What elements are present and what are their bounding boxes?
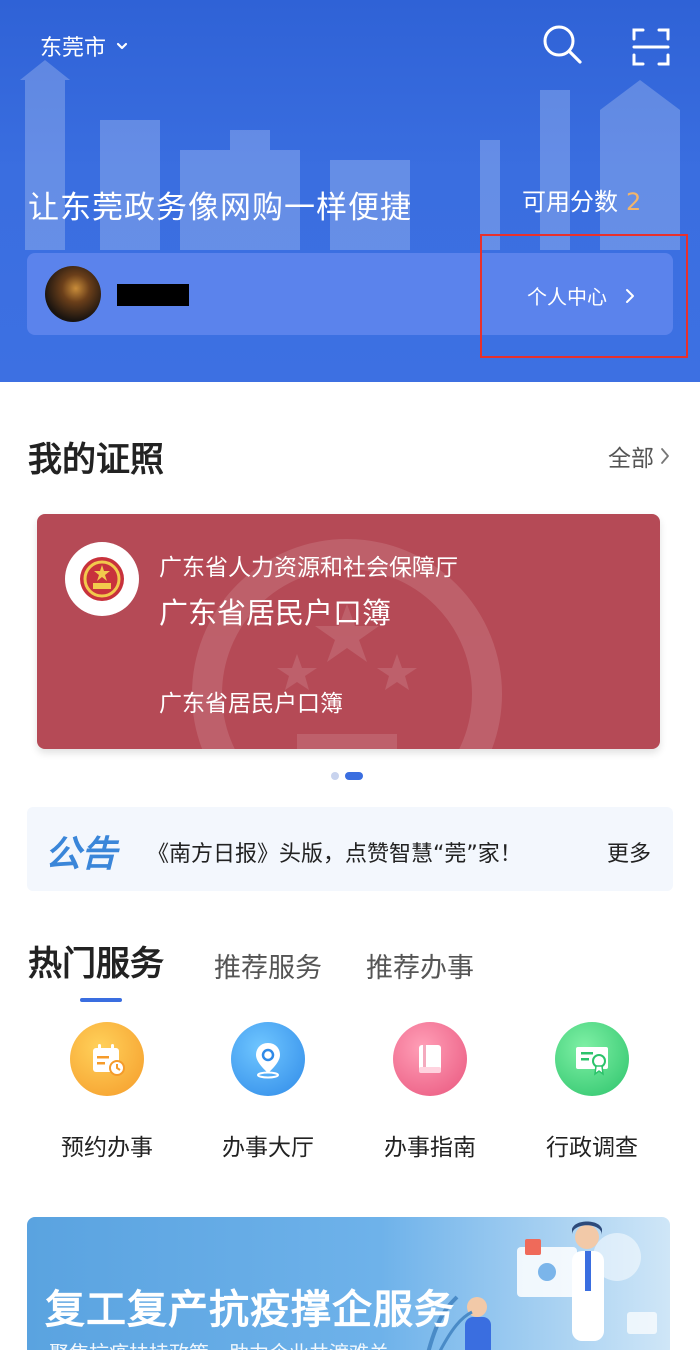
scan-icon[interactable]	[630, 26, 672, 68]
username-redacted	[117, 284, 189, 306]
tab-recommended-affairs[interactable]: 推荐办事	[366, 946, 474, 985]
service-label: 办事指南	[384, 1135, 476, 1161]
promo-banner[interactable]: 复工复产抗疫撑企服务 聚焦抗疫扶持政策，助力企业共渡难关	[27, 1217, 670, 1350]
chevron-down-icon	[116, 42, 128, 50]
certificates-title: 我的证照	[28, 440, 164, 480]
tab-recommended-services[interactable]: 推荐服务	[214, 946, 322, 985]
service-label: 办事大厅	[222, 1135, 314, 1161]
national-emblem-icon	[65, 542, 139, 616]
announcement-tag: 公告	[45, 834, 118, 875]
service-guide[interactable]: 办事指南	[380, 1022, 480, 1162]
service-label: 行政调查	[546, 1135, 638, 1161]
city-selector[interactable]: 东莞市	[40, 30, 128, 62]
certificate-issuer: 广东省人力资源和社会保障厅	[159, 555, 458, 581]
service-hall[interactable]: 办事大厅	[218, 1022, 318, 1162]
slogan-text: 让东莞政务像网购一样便捷	[28, 190, 412, 226]
service-appointment[interactable]: 预约办事	[57, 1022, 157, 1162]
carousel-dot	[331, 772, 339, 780]
active-tab-indicator	[80, 998, 122, 1002]
announcement-more-link[interactable]: 更多	[607, 836, 651, 868]
available-score[interactable]: 可用分数 2	[522, 182, 641, 217]
search-icon[interactable]	[540, 22, 584, 66]
city-label: 东莞市	[40, 36, 107, 61]
service-label: 预约办事	[61, 1135, 153, 1161]
tab-hot-services[interactable]: 热门服务	[28, 936, 164, 985]
score-label: 可用分数	[522, 188, 618, 216]
chevron-right-icon	[661, 448, 669, 464]
location-pin-icon	[231, 1022, 305, 1096]
certificates-all-link[interactable]: 全部	[608, 439, 670, 473]
calendar-icon	[70, 1022, 144, 1096]
book-icon	[393, 1022, 467, 1096]
header: 东莞市 让东莞政务像网购一样便捷 可用分数 2 个人中心	[0, 0, 700, 382]
all-label: 全部	[608, 446, 654, 472]
avatar[interactable]	[45, 266, 101, 322]
certificate-subtitle: 广东省居民户口簿	[159, 691, 343, 717]
service-survey[interactable]: 行政调查	[542, 1022, 642, 1162]
announcement-text[interactable]: 《南方日报》头版，点赞智慧“莞”家！	[147, 836, 522, 868]
announcement-bar[interactable]: 公告 《南方日报》头版，点赞智慧“莞”家！ 更多	[27, 807, 673, 891]
banner-subtitle: 聚焦抗疫扶持政策，助力企业共渡难关	[49, 1337, 389, 1350]
banner-title: 复工复产抗疫撑企服务	[45, 1287, 455, 1333]
score-value: 2	[626, 188, 642, 216]
highlight-annotation-box	[480, 234, 688, 358]
certificate-card[interactable]: 广东省人力资源和社会保障厅 广东省居民户口簿 广东省居民户口簿	[37, 514, 660, 749]
carousel-dot-active	[345, 772, 363, 780]
carousel-indicator	[331, 772, 369, 780]
certificate-icon	[555, 1022, 629, 1096]
certificate-name: 广东省居民户口簿	[159, 596, 392, 630]
